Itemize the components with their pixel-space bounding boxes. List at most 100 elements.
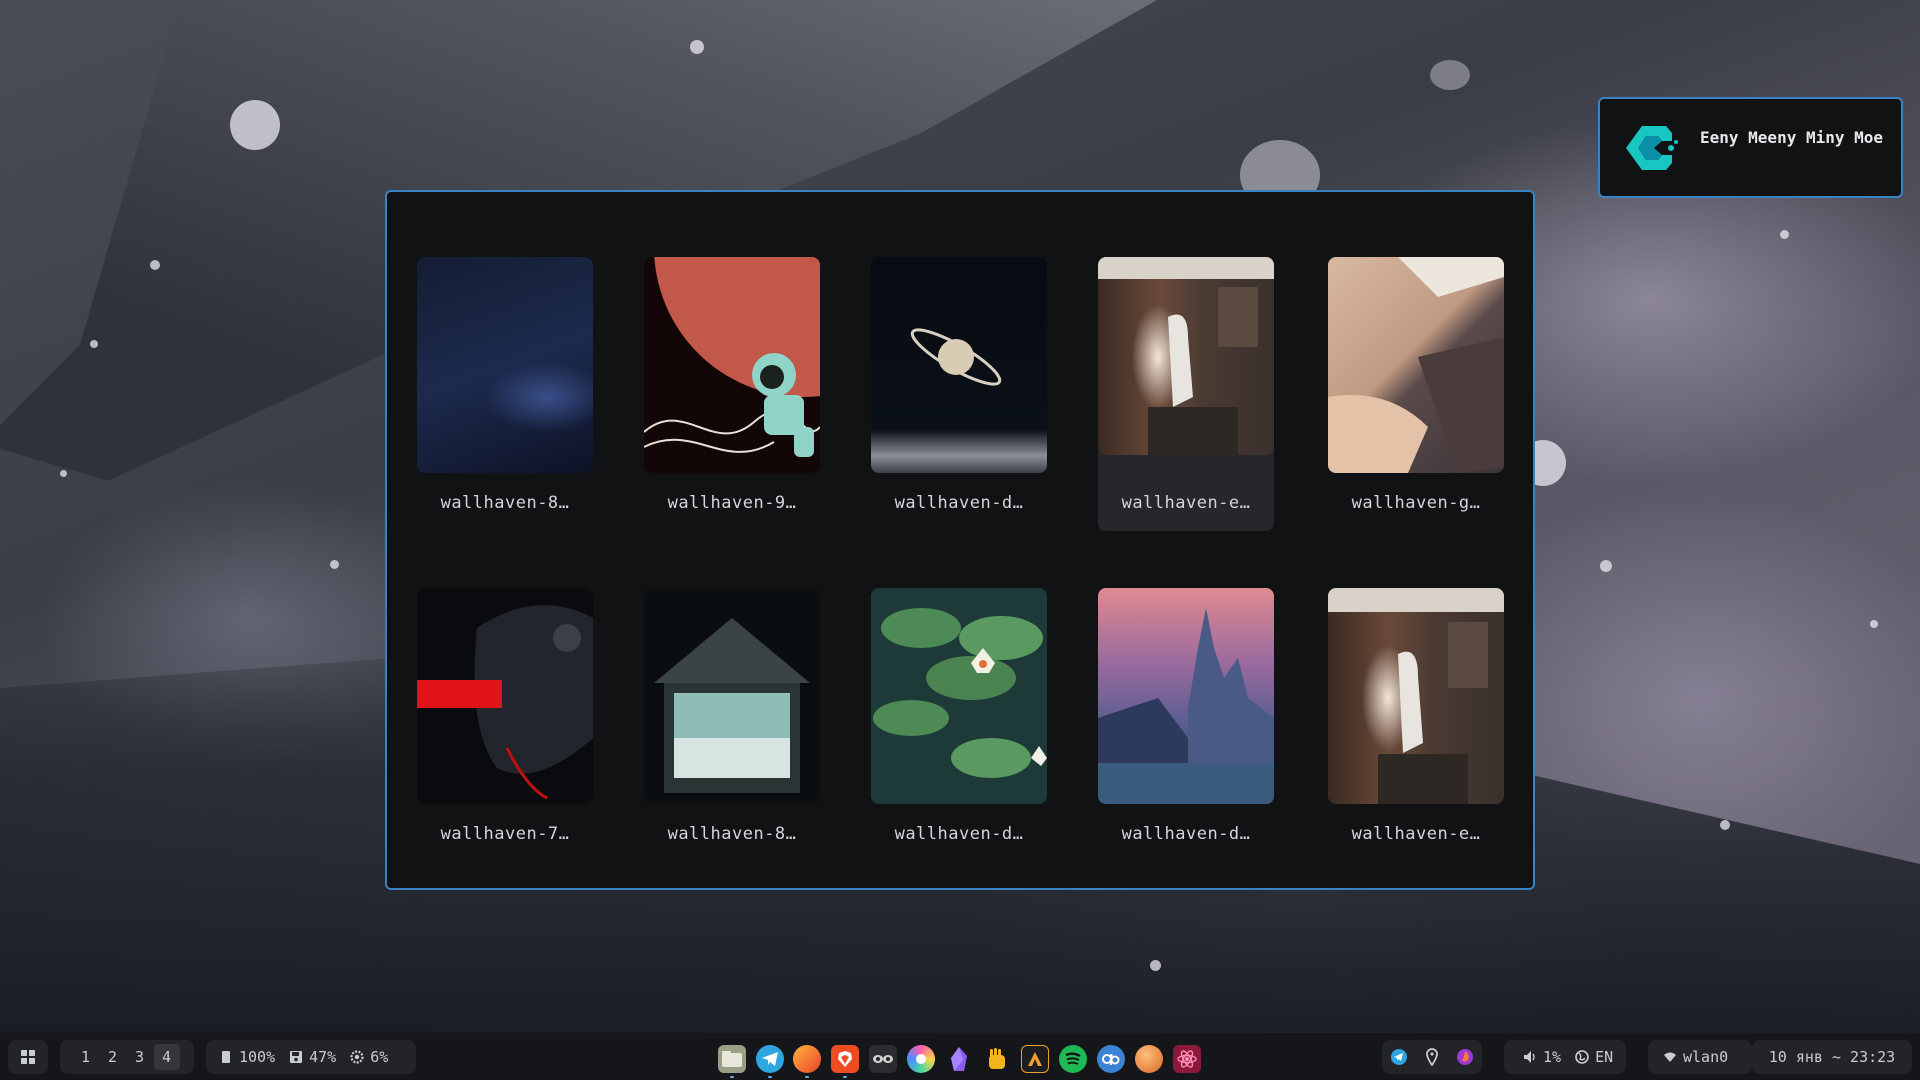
castle-image bbox=[1098, 608, 1274, 804]
wallpaper-thumbnail bbox=[1328, 257, 1504, 473]
hand-app-icon[interactable] bbox=[983, 1045, 1011, 1073]
saturn-image bbox=[910, 328, 1002, 386]
snowflake bbox=[1600, 560, 1612, 572]
wallpaper-thumbnail bbox=[1098, 588, 1274, 804]
qb-logo-icon bbox=[1102, 1054, 1120, 1065]
sound-waves-icon bbox=[1065, 1052, 1081, 1065]
clock[interactable]: 10 янв ~ 23:23 bbox=[1752, 1040, 1912, 1074]
wallpaper-tile[interactable]: wallhaven-d… bbox=[871, 588, 1047, 862]
snowflake bbox=[690, 40, 704, 54]
wallpaper-label: wallhaven-8… bbox=[440, 493, 570, 513]
hand-icon bbox=[989, 1048, 1005, 1069]
cpu-stat: 6% bbox=[350, 1048, 388, 1066]
chromium-app-icon[interactable] bbox=[907, 1045, 935, 1073]
language-switcher[interactable]: EN bbox=[1575, 1048, 1613, 1066]
wallpaper-label: wallhaven-e… bbox=[1121, 493, 1251, 513]
wallpaper-thumbnail bbox=[1098, 257, 1274, 455]
battery-stat: 100% bbox=[219, 1048, 275, 1066]
wallpaper-label: wallhaven-d… bbox=[894, 824, 1024, 844]
audio-language: 1% EN bbox=[1504, 1040, 1626, 1074]
snowflake bbox=[1720, 820, 1730, 830]
sunglasses-icon bbox=[873, 1055, 893, 1063]
network-status[interactable]: wlan0 bbox=[1648, 1040, 1752, 1074]
notification-card[interactable]: Eeny Meeny Miny Moe bbox=[1598, 97, 1903, 198]
snowflake bbox=[1150, 960, 1161, 971]
atom-icon bbox=[1177, 1050, 1197, 1068]
grid-icon bbox=[21, 1050, 35, 1064]
wallpaper-label: wallhaven-e… bbox=[1351, 824, 1481, 844]
globe-icon bbox=[1575, 1050, 1589, 1064]
files-app-icon[interactable] bbox=[718, 1045, 746, 1078]
lion-icon bbox=[838, 1051, 852, 1067]
wallpaper-thumbnail bbox=[871, 588, 1047, 804]
workspace-4[interactable]: 4 bbox=[153, 1044, 180, 1070]
wallpaper-thumbnail bbox=[871, 257, 1047, 473]
disk-stat: 47% bbox=[289, 1048, 336, 1066]
datetime-value: 10 янв ~ 23:23 bbox=[1768, 1048, 1896, 1066]
volume-value: 1% bbox=[1543, 1048, 1562, 1066]
volume-control[interactable]: 1% bbox=[1523, 1048, 1561, 1066]
triangle-a-icon bbox=[1028, 1052, 1042, 1066]
wallpaper-tile[interactable]: wallhaven-d… bbox=[871, 257, 1047, 531]
girl-room-image bbox=[1098, 257, 1274, 455]
firefox-dev-tray-icon[interactable] bbox=[1456, 1048, 1474, 1066]
wallpaper-tile[interactable]: wallhaven-e… bbox=[1328, 588, 1504, 862]
snowflake bbox=[230, 100, 280, 150]
wallpaper-tile[interactable]: wallhaven-d… bbox=[1098, 588, 1274, 862]
snowflake bbox=[60, 470, 67, 477]
wallpaper-label: wallhaven-g… bbox=[1351, 493, 1481, 513]
workspace-3[interactable]: 3 bbox=[127, 1044, 153, 1070]
network-value: wlan0 bbox=[1683, 1048, 1729, 1066]
save-icon bbox=[290, 1051, 303, 1063]
paper-plane-icon bbox=[762, 1052, 778, 1066]
water-lilies-image bbox=[873, 608, 1047, 778]
orange-app-icon[interactable] bbox=[1135, 1045, 1163, 1073]
qbittorrent-app-icon[interactable] bbox=[1097, 1045, 1125, 1073]
battery-value: 100% bbox=[239, 1048, 276, 1066]
house-interior-image bbox=[654, 618, 810, 793]
snowflake bbox=[1870, 620, 1878, 628]
wallpaper-tile[interactable]: wallhaven-8… bbox=[417, 257, 593, 531]
system-tray bbox=[1382, 1040, 1482, 1074]
snowflake bbox=[1780, 230, 1789, 239]
chromium-center bbox=[916, 1054, 926, 1064]
cyber-beast-image bbox=[417, 605, 593, 800]
workspace-1[interactable]: 1 bbox=[73, 1044, 99, 1070]
firefox-app-icon[interactable] bbox=[793, 1045, 821, 1078]
system-stats: 100% 47% 6% bbox=[206, 1040, 416, 1074]
workspace-switcher: 1 2 3 4 bbox=[60, 1040, 194, 1074]
wallpaper-tile[interactable]: wallhaven-g… bbox=[1328, 257, 1504, 531]
alacritty-app-icon[interactable] bbox=[1021, 1045, 1049, 1073]
brave-app-icon[interactable] bbox=[831, 1045, 859, 1078]
obsidian-app-icon[interactable] bbox=[945, 1045, 973, 1073]
telegram-app-icon[interactable] bbox=[756, 1045, 784, 1078]
wallpaper-tile[interactable]: wallhaven-8… bbox=[644, 588, 820, 862]
astronaut-image bbox=[644, 257, 820, 457]
cpu-value: 6% bbox=[370, 1048, 389, 1066]
notification-title: Eeny Meeny Miny Moe bbox=[1700, 128, 1884, 147]
wallpaper-tile-selected[interactable]: wallhaven-e… bbox=[1098, 257, 1274, 531]
snowflake bbox=[90, 340, 98, 348]
battery-icon bbox=[222, 1051, 230, 1063]
telegram-tray-icon[interactable] bbox=[1390, 1048, 1408, 1066]
wifi-icon bbox=[1664, 1052, 1676, 1062]
snowflake bbox=[150, 260, 160, 270]
workspace-2[interactable]: 2 bbox=[100, 1044, 126, 1070]
wallpaper-thumbnail bbox=[417, 588, 593, 804]
wallpaper-tile[interactable]: wallhaven-9… bbox=[644, 257, 820, 531]
wallpaper-picker-window[interactable]: wallhaven-8… wallhaven-9… wallhaven-d… w… bbox=[385, 190, 1535, 890]
cpu-icon bbox=[350, 1050, 364, 1064]
wallpaper-label: wallhaven-d… bbox=[894, 493, 1024, 513]
spotify-app-icon[interactable] bbox=[1059, 1045, 1087, 1073]
wallpaper-label: wallhaven-8… bbox=[667, 824, 797, 844]
disk-value: 47% bbox=[309, 1048, 337, 1066]
wallpaper-thumbnail bbox=[417, 257, 593, 473]
atom-app-icon[interactable] bbox=[1173, 1045, 1201, 1073]
app-logo-icon bbox=[1626, 126, 1678, 170]
sunglasses-app-icon[interactable] bbox=[869, 1045, 897, 1073]
wallpaper-label: wallhaven-7… bbox=[440, 824, 570, 844]
start-button[interactable] bbox=[8, 1040, 48, 1074]
wallpaper-label: wallhaven-9… bbox=[667, 493, 797, 513]
location-icon[interactable] bbox=[1425, 1048, 1439, 1066]
wallpaper-tile[interactable]: wallhaven-7… bbox=[417, 588, 593, 862]
